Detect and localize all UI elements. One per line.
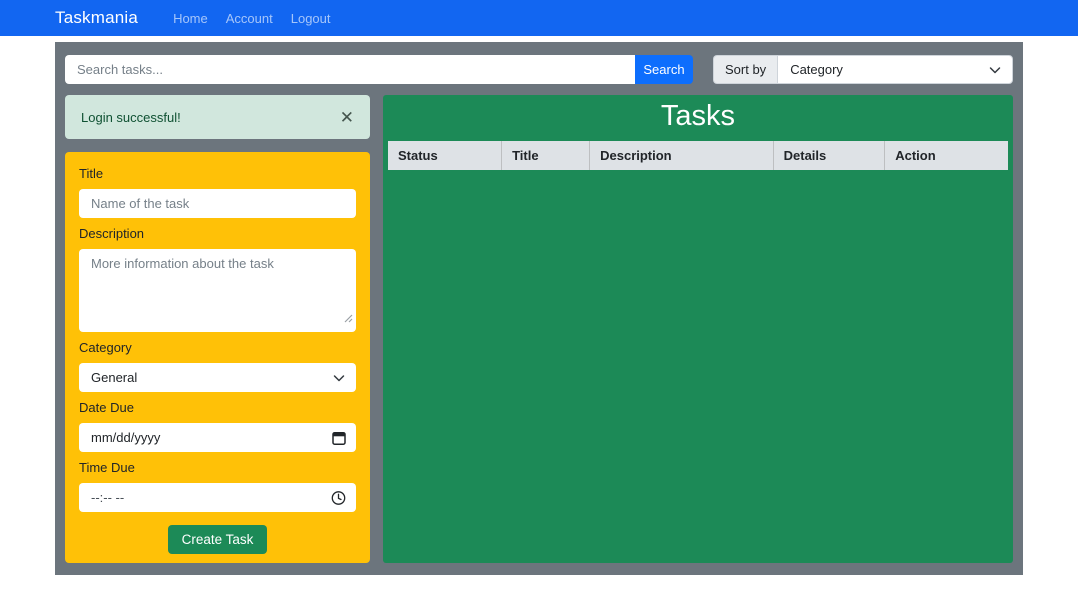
search-input[interactable]: [65, 55, 635, 84]
nav-link-logout[interactable]: Logout: [282, 7, 340, 30]
navbar: Taskmania Home Account Logout: [0, 0, 1078, 36]
title-input[interactable]: [79, 189, 356, 218]
column-header-action: Action: [885, 141, 1008, 170]
title-label: Title: [79, 166, 356, 181]
brand-logo[interactable]: Taskmania: [55, 8, 138, 28]
create-task-form: Title Description Category General Da: [65, 152, 370, 563]
create-task-button[interactable]: Create Task: [168, 525, 268, 554]
close-icon[interactable]: ✕: [340, 109, 354, 126]
tasks-title: Tasks: [388, 100, 1008, 133]
login-success-alert: Login successful! ✕: [65, 95, 370, 139]
main-container: Search Sort by Category Login successful…: [55, 42, 1023, 575]
nav-links: Home Account Logout: [164, 7, 339, 30]
alert-message: Login successful!: [81, 110, 181, 125]
sort-group: Sort by Category: [713, 55, 1013, 84]
description-label: Description: [79, 226, 356, 241]
category-label: Category: [79, 340, 356, 355]
task-table-header: Status Title Description Details Action: [388, 141, 1008, 170]
left-column: Login successful! ✕ Title Description Ca…: [65, 95, 370, 563]
category-select[interactable]: General: [79, 363, 356, 392]
date-due-input[interactable]: [79, 423, 356, 452]
chevron-down-icon: [333, 370, 345, 385]
content-row: Login successful! ✕ Title Description Ca…: [65, 95, 1013, 563]
column-header-description: Description: [590, 141, 774, 170]
sort-category-select[interactable]: Category: [777, 55, 1013, 84]
chevron-down-icon: [989, 62, 1001, 77]
column-header-status: Status: [388, 141, 502, 170]
time-due-input[interactable]: [79, 483, 356, 512]
tasks-panel: Tasks Status Title Description Details A…: [383, 95, 1013, 563]
time-due-wrap: [79, 483, 356, 512]
column-header-title: Title: [502, 141, 590, 170]
nav-link-home[interactable]: Home: [164, 7, 217, 30]
time-due-label: Time Due: [79, 460, 356, 475]
date-due-label: Date Due: [79, 400, 356, 415]
nav-link-account[interactable]: Account: [217, 7, 282, 30]
description-textarea[interactable]: [79, 249, 356, 332]
date-due-wrap: [79, 423, 356, 452]
column-header-details: Details: [774, 141, 886, 170]
search-row: Search Sort by Category: [65, 55, 1013, 84]
category-selected-value: General: [91, 370, 137, 385]
description-wrap: [79, 249, 356, 332]
sort-by-label: Sort by: [713, 55, 777, 84]
search-button[interactable]: Search: [635, 55, 693, 84]
sort-selected-value: Category: [790, 62, 843, 77]
